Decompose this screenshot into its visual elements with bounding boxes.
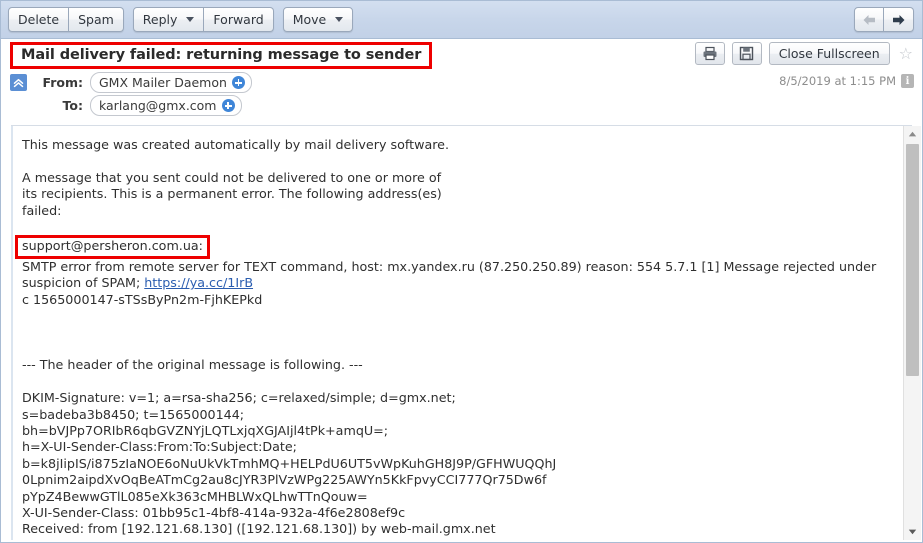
move-group: Move bbox=[282, 7, 354, 32]
arrow-right-icon bbox=[893, 14, 905, 25]
header-line: X-UI-Sender-Class: 01bb95c1-4bf8-414a-93… bbox=[22, 505, 406, 521]
header-line: h=X-UI-Sender-Class:From:To:Subject:Date… bbox=[22, 439, 297, 455]
body-explanation-line-3: failed: bbox=[22, 202, 62, 218]
header-line: DKIM-Signature: v=1; a=rsa-sha256; c=rel… bbox=[22, 390, 456, 406]
collapse-details-button[interactable] bbox=[10, 74, 27, 91]
spam-policy-link[interactable]: https://ya.cc/1IrB bbox=[144, 275, 253, 290]
scroll-down-arrow-icon bbox=[908, 529, 917, 535]
subject-row: Mail delivery failed: returning message … bbox=[1, 39, 922, 71]
page-title: Mail delivery failed: returning message … bbox=[21, 47, 422, 63]
forward-button[interactable]: Forward bbox=[204, 7, 274, 32]
close-fullscreen-button[interactable]: Close Fullscreen bbox=[768, 42, 890, 65]
add-contact-icon[interactable] bbox=[221, 99, 235, 112]
header-line: pYpZ4BewwGTlL085eXk363cMHBLWxQLhwTTnQouw… bbox=[22, 488, 368, 504]
reply-button-label: Reply bbox=[142, 12, 178, 27]
from-row: From: GMX Mailer Daemon 8/5/2019 at 1:15… bbox=[1, 71, 922, 94]
delete-button-label: Delete bbox=[18, 12, 60, 27]
move-button-label: Move bbox=[292, 12, 327, 27]
delete-button[interactable]: Delete bbox=[8, 7, 70, 32]
body-scrollbar[interactable] bbox=[903, 126, 921, 540]
previous-message-button[interactable] bbox=[854, 7, 884, 32]
message-actions: Close Fullscreen ☆ bbox=[694, 42, 915, 65]
info-icon[interactable]: i bbox=[901, 74, 914, 88]
failed-address-annotation-box: support@persheron.com.ua: bbox=[15, 235, 210, 259]
next-message-button[interactable] bbox=[884, 7, 914, 32]
chevron-down-icon bbox=[335, 17, 344, 22]
body-explanation-line-2: its recipients. This is a permanent erro… bbox=[22, 186, 442, 202]
from-label: From: bbox=[42, 75, 83, 90]
move-button[interactable]: Move bbox=[282, 7, 354, 32]
message-navigation bbox=[854, 7, 914, 32]
scroll-down-button[interactable] bbox=[904, 524, 921, 540]
body-explanation-line-1: A message that you sent could not be del… bbox=[22, 169, 442, 185]
message-toolbar: Delete Spam Reply Forward Move bbox=[1, 1, 922, 39]
message-body-content: This message was created automatically b… bbox=[13, 126, 904, 540]
email-reader-window: Delete Spam Reply Forward Move Mail deli… bbox=[0, 0, 923, 543]
smtp-error-line-3: c 1565000147-sTSsByPn2m-FjhKEPkd bbox=[22, 291, 263, 307]
smtp-error-line-1: SMTP error from remote server for TEXT c… bbox=[22, 258, 877, 274]
spam-button[interactable]: Spam bbox=[69, 7, 124, 32]
delete-spam-group: Delete Spam bbox=[8, 7, 124, 32]
arrow-left-icon bbox=[863, 14, 875, 25]
star-outline-icon[interactable]: ☆ bbox=[897, 45, 915, 62]
header-line: 0Lpnim2aipdXvOqBeATmCg2au8cJYR3PlVzWPg22… bbox=[22, 472, 547, 488]
scroll-up-arrow-icon bbox=[908, 131, 917, 137]
to-recipient-address: karlang@gmx.com bbox=[99, 98, 217, 113]
scroll-up-button[interactable] bbox=[904, 126, 921, 142]
to-label: To: bbox=[62, 98, 83, 113]
original-header-separator: --- The header of the original message i… bbox=[22, 357, 363, 373]
spam-button-label: Spam bbox=[78, 12, 114, 27]
message-timestamp: 8/5/2019 at 1:15 PM bbox=[779, 74, 896, 88]
header-line: s=badeba3b8450; t=1565000144; bbox=[22, 406, 245, 422]
floppy-disk-icon bbox=[740, 46, 754, 61]
header-line: (3c-app-mailcom-bs05.server.lan [172.19.… bbox=[22, 538, 894, 540]
scrollbar-thumb[interactable] bbox=[906, 144, 919, 376]
smtp-error-line-2-text: suspicion of SPAM; bbox=[22, 275, 145, 291]
reply-forward-group: Reply Forward bbox=[132, 7, 274, 32]
chevron-down-icon bbox=[186, 17, 195, 22]
from-recipient-name: GMX Mailer Daemon bbox=[99, 75, 227, 90]
smtp-error-line-2: suspicion of SPAM; https://ya.cc/1IrB bbox=[22, 275, 894, 291]
header-line: Received: from [192.121.68.130] ([192.12… bbox=[22, 521, 496, 537]
to-row: To: karlang@gmx.com bbox=[1, 94, 922, 117]
from-recipient-pill[interactable]: GMX Mailer Daemon bbox=[90, 72, 252, 93]
message-body-scroll-area[interactable]: This message was created automatically b… bbox=[11, 126, 904, 540]
chevron-double-up-icon bbox=[13, 78, 24, 87]
subject-annotation-box: Mail delivery failed: returning message … bbox=[10, 42, 433, 69]
save-button[interactable] bbox=[731, 42, 762, 65]
print-button[interactable] bbox=[694, 42, 725, 65]
close-fullscreen-label: Close Fullscreen bbox=[778, 46, 880, 61]
message-body-container: This message was created automatically b… bbox=[1, 126, 922, 540]
reply-button[interactable]: Reply bbox=[132, 7, 205, 32]
printer-icon bbox=[703, 46, 717, 61]
add-contact-icon[interactable] bbox=[231, 76, 245, 89]
body-intro-line: This message was created automatically b… bbox=[22, 137, 450, 152]
header-line: b=k8jIipIS/i875zIaNOE6oNuUkVkTmhMQ+HELPd… bbox=[22, 455, 557, 471]
to-recipient-pill[interactable]: karlang@gmx.com bbox=[90, 95, 242, 116]
failed-address: support@persheron.com.ua: bbox=[15, 235, 210, 259]
message-timestamp-group: 8/5/2019 at 1:15 PM i bbox=[779, 74, 914, 88]
header-line: bh=bVJPp7ORIbR6qbGVZNYjLQTLxjqXGJAIjl4tP… bbox=[22, 423, 389, 439]
forward-button-label: Forward bbox=[213, 12, 264, 27]
